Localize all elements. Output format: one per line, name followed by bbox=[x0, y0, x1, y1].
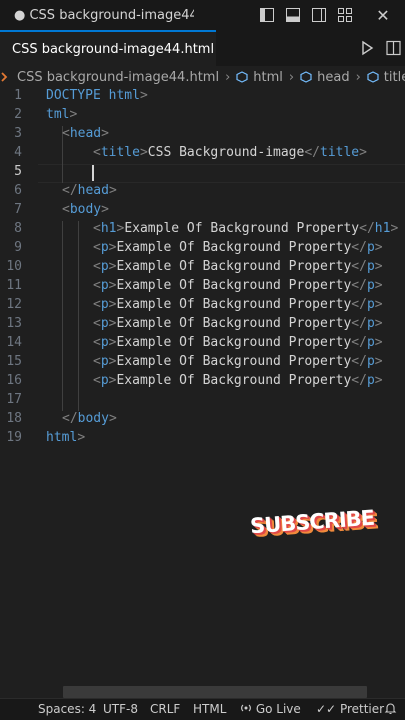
code-line-6: </head> bbox=[62, 183, 117, 198]
broadcast-icon bbox=[241, 704, 251, 712]
line-number: 11 bbox=[6, 278, 22, 293]
breadcrumb-html-label: html bbox=[253, 69, 283, 85]
chevron-right-icon: › bbox=[288, 69, 295, 85]
breadcrumb-title[interactable]: title bbox=[367, 70, 405, 85]
layout-panel-icon[interactable] bbox=[257, 5, 277, 25]
line-number: 10 bbox=[6, 259, 22, 274]
go-live-label: Go Live bbox=[255, 702, 301, 716]
code-line-7: <body> bbox=[62, 202, 109, 217]
status-bar: Spaces: 4 UTF-8 CRLF HTML Go Live ✓✓ Pre… bbox=[0, 698, 405, 720]
line-number: 6 bbox=[14, 183, 22, 198]
indent-guide bbox=[78, 221, 79, 411]
line-number: 16 bbox=[6, 373, 22, 388]
code-line-10: <p>Example Of Background Property</p> bbox=[93, 259, 383, 274]
code-line-18: </body> bbox=[62, 411, 117, 426]
status-encoding[interactable]: UTF-8 bbox=[103, 702, 138, 716]
breadcrumb-head[interactable]: head bbox=[300, 69, 350, 85]
html-file-icon bbox=[1, 72, 8, 82]
code-line-3: <head> bbox=[62, 126, 109, 141]
line-number: 17 bbox=[6, 392, 22, 407]
line-number: 8 bbox=[14, 221, 22, 236]
text-cursor bbox=[92, 165, 94, 181]
check-all-icon: ✓✓ bbox=[316, 702, 337, 716]
line-number: 2 bbox=[14, 107, 22, 122]
code-line-9: <p>Example Of Background Property</p> bbox=[93, 240, 383, 255]
line-number: 9 bbox=[14, 240, 22, 255]
breadcrumb-file-label: CSS background-image44.html bbox=[17, 69, 220, 85]
prettier-button[interactable]: ✓✓ Prettier bbox=[316, 702, 384, 716]
editor-tab-active[interactable]: CSS background-image44.html bbox=[0, 30, 216, 66]
status-indentation[interactable]: Spaces: 4 bbox=[38, 702, 96, 716]
status-eol[interactable]: CRLF bbox=[150, 702, 180, 716]
window-title: ● CSS background-image44.ht... bbox=[14, 7, 194, 23]
breadcrumb-html[interactable]: html bbox=[236, 70, 283, 85]
line-number-active: 5 bbox=[14, 164, 22, 179]
run-icon[interactable] bbox=[358, 39, 376, 57]
code-editor[interactable]: 1 2 3 4 5 6 7 8 9 10 11 12 13 14 15 16 1… bbox=[0, 88, 405, 686]
line-number: 19 bbox=[6, 430, 22, 445]
horizontal-scrollbar[interactable] bbox=[63, 686, 367, 698]
line-number: 4 bbox=[14, 145, 22, 160]
line-number: 3 bbox=[14, 126, 22, 141]
line-number: 12 bbox=[6, 297, 22, 312]
chevron-right-icon: › bbox=[225, 69, 231, 85]
notifications-bell-icon[interactable] bbox=[384, 702, 397, 718]
code-line-2: tml> bbox=[46, 107, 78, 122]
tab-label: CSS background-image44.html bbox=[12, 41, 215, 57]
code-line-14: <p>Example Of Background Property</p> bbox=[93, 335, 383, 350]
breadcrumb-file[interactable]: CSS background-image44.html bbox=[0, 70, 219, 85]
go-live-button[interactable]: Go Live bbox=[240, 702, 301, 716]
customize-layout-icon[interactable] bbox=[335, 5, 355, 25]
code-line-15: <p>Example Of Background Property</p> bbox=[93, 354, 383, 369]
code-line-12: <p>Example Of Background Property</p> bbox=[93, 297, 383, 312]
line-number: 15 bbox=[6, 354, 22, 369]
code-line-11: <p>Example Of Background Property</p> bbox=[93, 278, 383, 293]
line-number: 14 bbox=[6, 335, 22, 350]
code-line-19: html> bbox=[46, 430, 86, 445]
line-number: 1 bbox=[14, 88, 22, 103]
symbol-element-icon bbox=[236, 71, 248, 83]
split-editor-icon[interactable] bbox=[385, 39, 403, 57]
window-controls: ✕ bbox=[251, 0, 405, 30]
prettier-label: Prettier bbox=[339, 702, 385, 716]
line-number: 13 bbox=[6, 316, 22, 331]
code-line-1: DOCTYPE html> bbox=[46, 88, 148, 103]
breadcrumb: CSS background-image44.html › html › hea… bbox=[0, 66, 405, 88]
tab-bar: CSS background-image44.html bbox=[0, 30, 405, 67]
code-line-4: <title>CSS Background-image</title> bbox=[93, 145, 367, 160]
toggle-secondary-sidebar-icon[interactable] bbox=[309, 5, 329, 25]
code-line-13: <p>Example Of Background Property</p> bbox=[93, 316, 383, 331]
title-bar: ● CSS background-image44.ht... ✕ bbox=[0, 0, 405, 30]
symbol-element-icon bbox=[300, 71, 312, 83]
toggle-panel-icon[interactable] bbox=[283, 5, 303, 25]
line-number: 18 bbox=[6, 411, 22, 426]
indent-guide bbox=[62, 221, 63, 411]
close-window-icon[interactable]: ✕ bbox=[361, 5, 405, 25]
code-line-16: <p>Example Of Background Property</p> bbox=[93, 373, 383, 388]
chevron-right-icon: › bbox=[355, 69, 361, 85]
breadcrumb-title-label: title bbox=[383, 69, 405, 85]
status-language[interactable]: HTML bbox=[193, 702, 226, 716]
symbol-element-icon bbox=[367, 71, 379, 83]
breadcrumb-head-label: head bbox=[317, 69, 350, 85]
line-number: 7 bbox=[14, 202, 22, 217]
code-line-8: <h1>Example Of Background Property</h1> bbox=[93, 221, 399, 236]
